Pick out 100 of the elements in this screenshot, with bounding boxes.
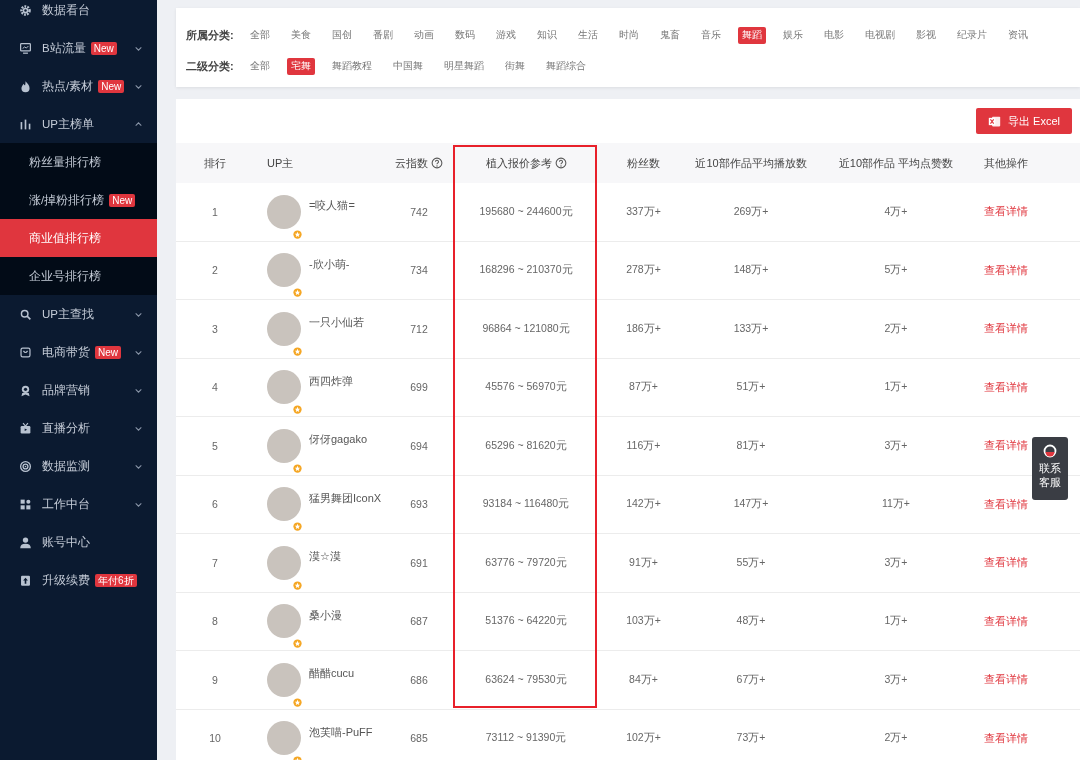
category-tag[interactable]: 舞蹈综合 [541, 58, 590, 75]
table-cell-text: 693 [409, 498, 429, 511]
submenu-item[interactable]: 商业值排行榜 [0, 219, 157, 257]
table-cell-text: 9 [211, 673, 219, 686]
category-tag[interactable]: 生活 [573, 27, 602, 44]
menu-item[interactable]: 工作中台 [0, 485, 157, 523]
view-details-link[interactable]: 查看详情 [984, 379, 1028, 395]
category-tag[interactable]: 鬼畜 [655, 27, 684, 44]
table-cell-text: 699 [409, 381, 429, 394]
view-details-link[interactable]: 查看详情 [984, 555, 1028, 571]
category-tag[interactable]: 全部 [245, 58, 274, 75]
table-cell-text: 195680 ~ 244600元 [478, 204, 574, 219]
table-cell-text: 6 [211, 498, 219, 511]
category-tag[interactable]: 电影 [819, 27, 848, 44]
table-cell-text: 116万+ [625, 438, 662, 453]
table-cell-text: 93184 ~ 116480元 [481, 497, 571, 512]
category-tag[interactable]: 国创 [327, 27, 356, 44]
category-tag[interactable]: 宅舞 [286, 58, 315, 75]
view-details-link[interactable]: 查看详情 [984, 262, 1028, 278]
target-icon [19, 459, 32, 473]
submenu-item[interactable]: 涨/掉粉排行榜 New [0, 181, 157, 219]
menu-item[interactable]: 账号中心 [0, 523, 157, 561]
category-tag[interactable]: 知识 [532, 27, 561, 44]
menu-item[interactable]: UP主查找 [0, 295, 157, 333]
table-cell-text: 67万+ [735, 672, 767, 687]
table-cell-text: 2 [211, 264, 219, 277]
category-tag[interactable]: 街舞 [500, 58, 529, 75]
category-tag[interactable]: 动画 [409, 27, 438, 44]
category-tag[interactable]: 明星舞蹈 [439, 58, 488, 75]
category-tag[interactable]: 资讯 [1003, 27, 1032, 44]
avatar-placeholder [267, 487, 301, 522]
up-name[interactable]: 西四炸弹 [309, 373, 353, 389]
table-cell-text: 142万+ [625, 497, 662, 512]
view-details-link[interactable]: 查看详情 [984, 730, 1028, 746]
up-name[interactable]: 漠☆漠 [309, 549, 341, 565]
menu-item[interactable]: 数据看台 [0, 0, 157, 29]
category-tag[interactable]: 舞蹈 [737, 27, 766, 44]
up-name[interactable]: 猛男舞团IconX [309, 490, 382, 506]
table-cell-text: 4万+ [883, 204, 909, 219]
menu-item[interactable]: B站流量 New [0, 29, 157, 67]
menu-item[interactable]: 直播分析 [0, 409, 157, 447]
category-tag[interactable]: 番剧 [368, 27, 397, 44]
category-tag[interactable]: 电视剧 [860, 27, 899, 44]
table-cell-text: 147万+ [732, 497, 770, 512]
avatar-placeholder [267, 662, 301, 697]
submenu-item[interactable]: 企业号排行榜 [0, 257, 157, 295]
table-cell-text: 51376 ~ 64220元 [484, 614, 568, 629]
view-details-link[interactable]: 查看详情 [984, 204, 1028, 220]
category-tag[interactable]: 音乐 [696, 27, 725, 44]
table-cell-text: 73万+ [735, 731, 767, 746]
view-details-link[interactable]: 查看详情 [984, 672, 1028, 688]
bar-chart-icon [19, 117, 32, 131]
table-cell-text: 45576 ~ 56970元 [484, 380, 568, 395]
up-name[interactable]: 桑小漫 [309, 607, 342, 623]
column-header: 排行 [204, 155, 226, 171]
category-tag[interactable]: 舞蹈教程 [327, 58, 376, 75]
badge-icon [292, 638, 303, 650]
up-name[interactable]: -欣小萌- [309, 256, 350, 272]
contact-support-button[interactable]: 联系客服 [1032, 437, 1068, 500]
category-tag[interactable]: 美食 [286, 27, 315, 44]
table-cell-text: 51万+ [735, 380, 767, 395]
category-tag[interactable]: 纪录片 [952, 27, 991, 44]
category-tag[interactable]: 游戏 [491, 27, 520, 44]
up-name[interactable]: 泡芙喵-PuFF [309, 724, 373, 740]
submenu-item[interactable]: 粉丝量排行榜 [0, 143, 157, 181]
avatar-placeholder [267, 194, 301, 229]
up-name[interactable]: 一只小仙若 [309, 315, 364, 331]
table-cell-text: 742 [409, 205, 429, 218]
category-tag[interactable]: 娱乐 [778, 27, 807, 44]
table-cell-text: 3万+ [883, 672, 909, 687]
table-cell-text: 186万+ [625, 321, 662, 336]
view-details-link[interactable]: 查看详情 [984, 321, 1028, 337]
filter-label: 二级分类: [186, 59, 234, 74]
table-cell-text: 91万+ [628, 555, 659, 570]
category-tag[interactable]: 影视 [911, 27, 940, 44]
tv-icon [19, 421, 32, 435]
up-name[interactable]: 醋醋cucu [309, 666, 355, 682]
menu-item[interactable]: 品牌营销 [0, 371, 157, 409]
person-icon [19, 535, 32, 549]
view-details-link[interactable]: 查看详情 [984, 613, 1028, 629]
menu-item[interactable]: 热点/素材 New [0, 67, 157, 105]
up-name[interactable]: 伢伢gagako [309, 432, 368, 448]
up-name[interactable]: =咬人猫= [309, 198, 355, 214]
export-excel-button[interactable]: 导出 Excel [976, 108, 1072, 134]
category-tag[interactable]: 中国舞 [388, 58, 427, 75]
new-badge: New [90, 41, 117, 55]
view-details-link[interactable]: 查看详情 [984, 438, 1028, 454]
category-tag[interactable]: 时尚 [614, 27, 643, 44]
menu-item[interactable]: 升级续费 年付6折 [0, 561, 157, 599]
category-tag[interactable]: 全部 [245, 27, 274, 44]
table-cell-text: 694 [409, 439, 429, 452]
view-details-link[interactable]: 查看详情 [984, 496, 1028, 512]
table-cell-text: 63776 ~ 79720元 [484, 555, 568, 570]
category-tag[interactable]: 数码 [450, 27, 479, 44]
menu-item[interactable]: 数据监测 [0, 447, 157, 485]
table-cell-text: 2万+ [883, 731, 909, 746]
new-badge: New [98, 79, 125, 93]
menu-item[interactable]: UP主榜单 [0, 105, 157, 143]
table-cell-text: 685 [409, 732, 429, 745]
menu-item[interactable]: 电商带货 New [0, 333, 157, 371]
